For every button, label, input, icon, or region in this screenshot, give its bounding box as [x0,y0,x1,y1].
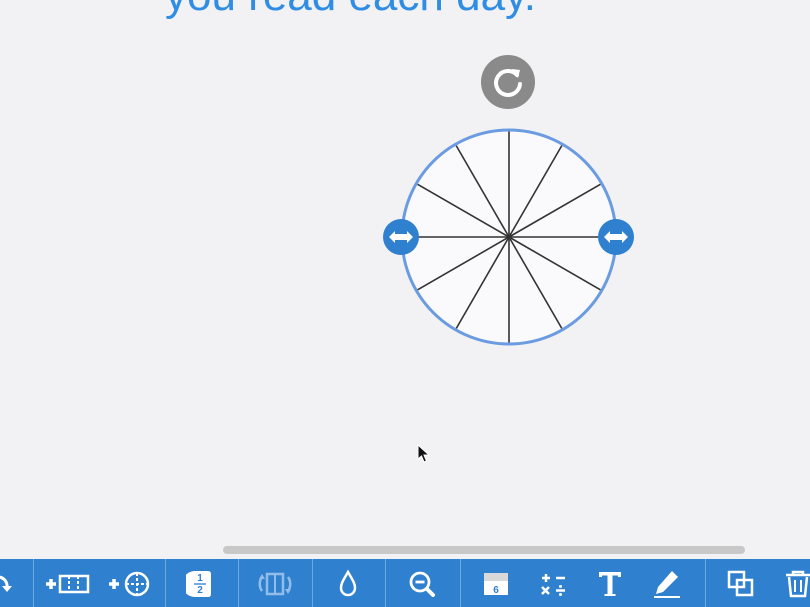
fraction-label-button[interactable]: 1 2 [186,559,214,607]
page-heading: you read each day. [0,0,810,22]
fill-color-button[interactable] [334,559,362,607]
fraction-denominator: 2 [197,585,203,596]
split-button[interactable] [254,559,296,607]
operations-button[interactable] [538,559,570,607]
duplicate-button[interactable] [726,559,756,607]
rotate-arrow-icon [0,575,12,592]
show-value-button[interactable]: 6 [482,559,510,607]
fraction-numerator: 1 [197,573,203,584]
text-button[interactable] [596,559,624,607]
zoom-out-button[interactable] [406,559,438,607]
fill-color-icon [339,569,357,597]
rotate-handle[interactable] [481,55,535,109]
fraction-circle[interactable] [382,128,638,348]
resize-handle-right[interactable] [598,219,634,255]
show-value-icon: 6 [484,573,508,596]
pencil-icon [654,571,680,598]
operations-icon [541,574,565,596]
duplicate-icon [727,570,754,597]
rotate-icon [494,69,522,97]
zoom-out-icon [409,571,435,597]
heading-text: you read each day. [165,0,536,22]
add-fraction-circle-button[interactable] [106,559,154,607]
text-icon [599,572,621,596]
add-bar-model-button[interactable] [44,559,92,607]
split-icon [258,572,292,596]
trash-icon [786,570,810,598]
add-bar-model-icon [46,574,90,594]
value-label: 6 [493,585,499,596]
horizontal-scrollbar[interactable] [223,546,745,554]
mouse-cursor-icon [417,444,431,463]
resize-handle-left[interactable] [383,219,419,255]
pencil-button[interactable] [652,559,682,607]
rotate-button[interactable] [0,559,32,607]
bottom-toolbar: 1 2 6 [0,559,810,607]
trash-button[interactable] [784,559,810,607]
add-fraction-circle-icon [109,571,150,597]
